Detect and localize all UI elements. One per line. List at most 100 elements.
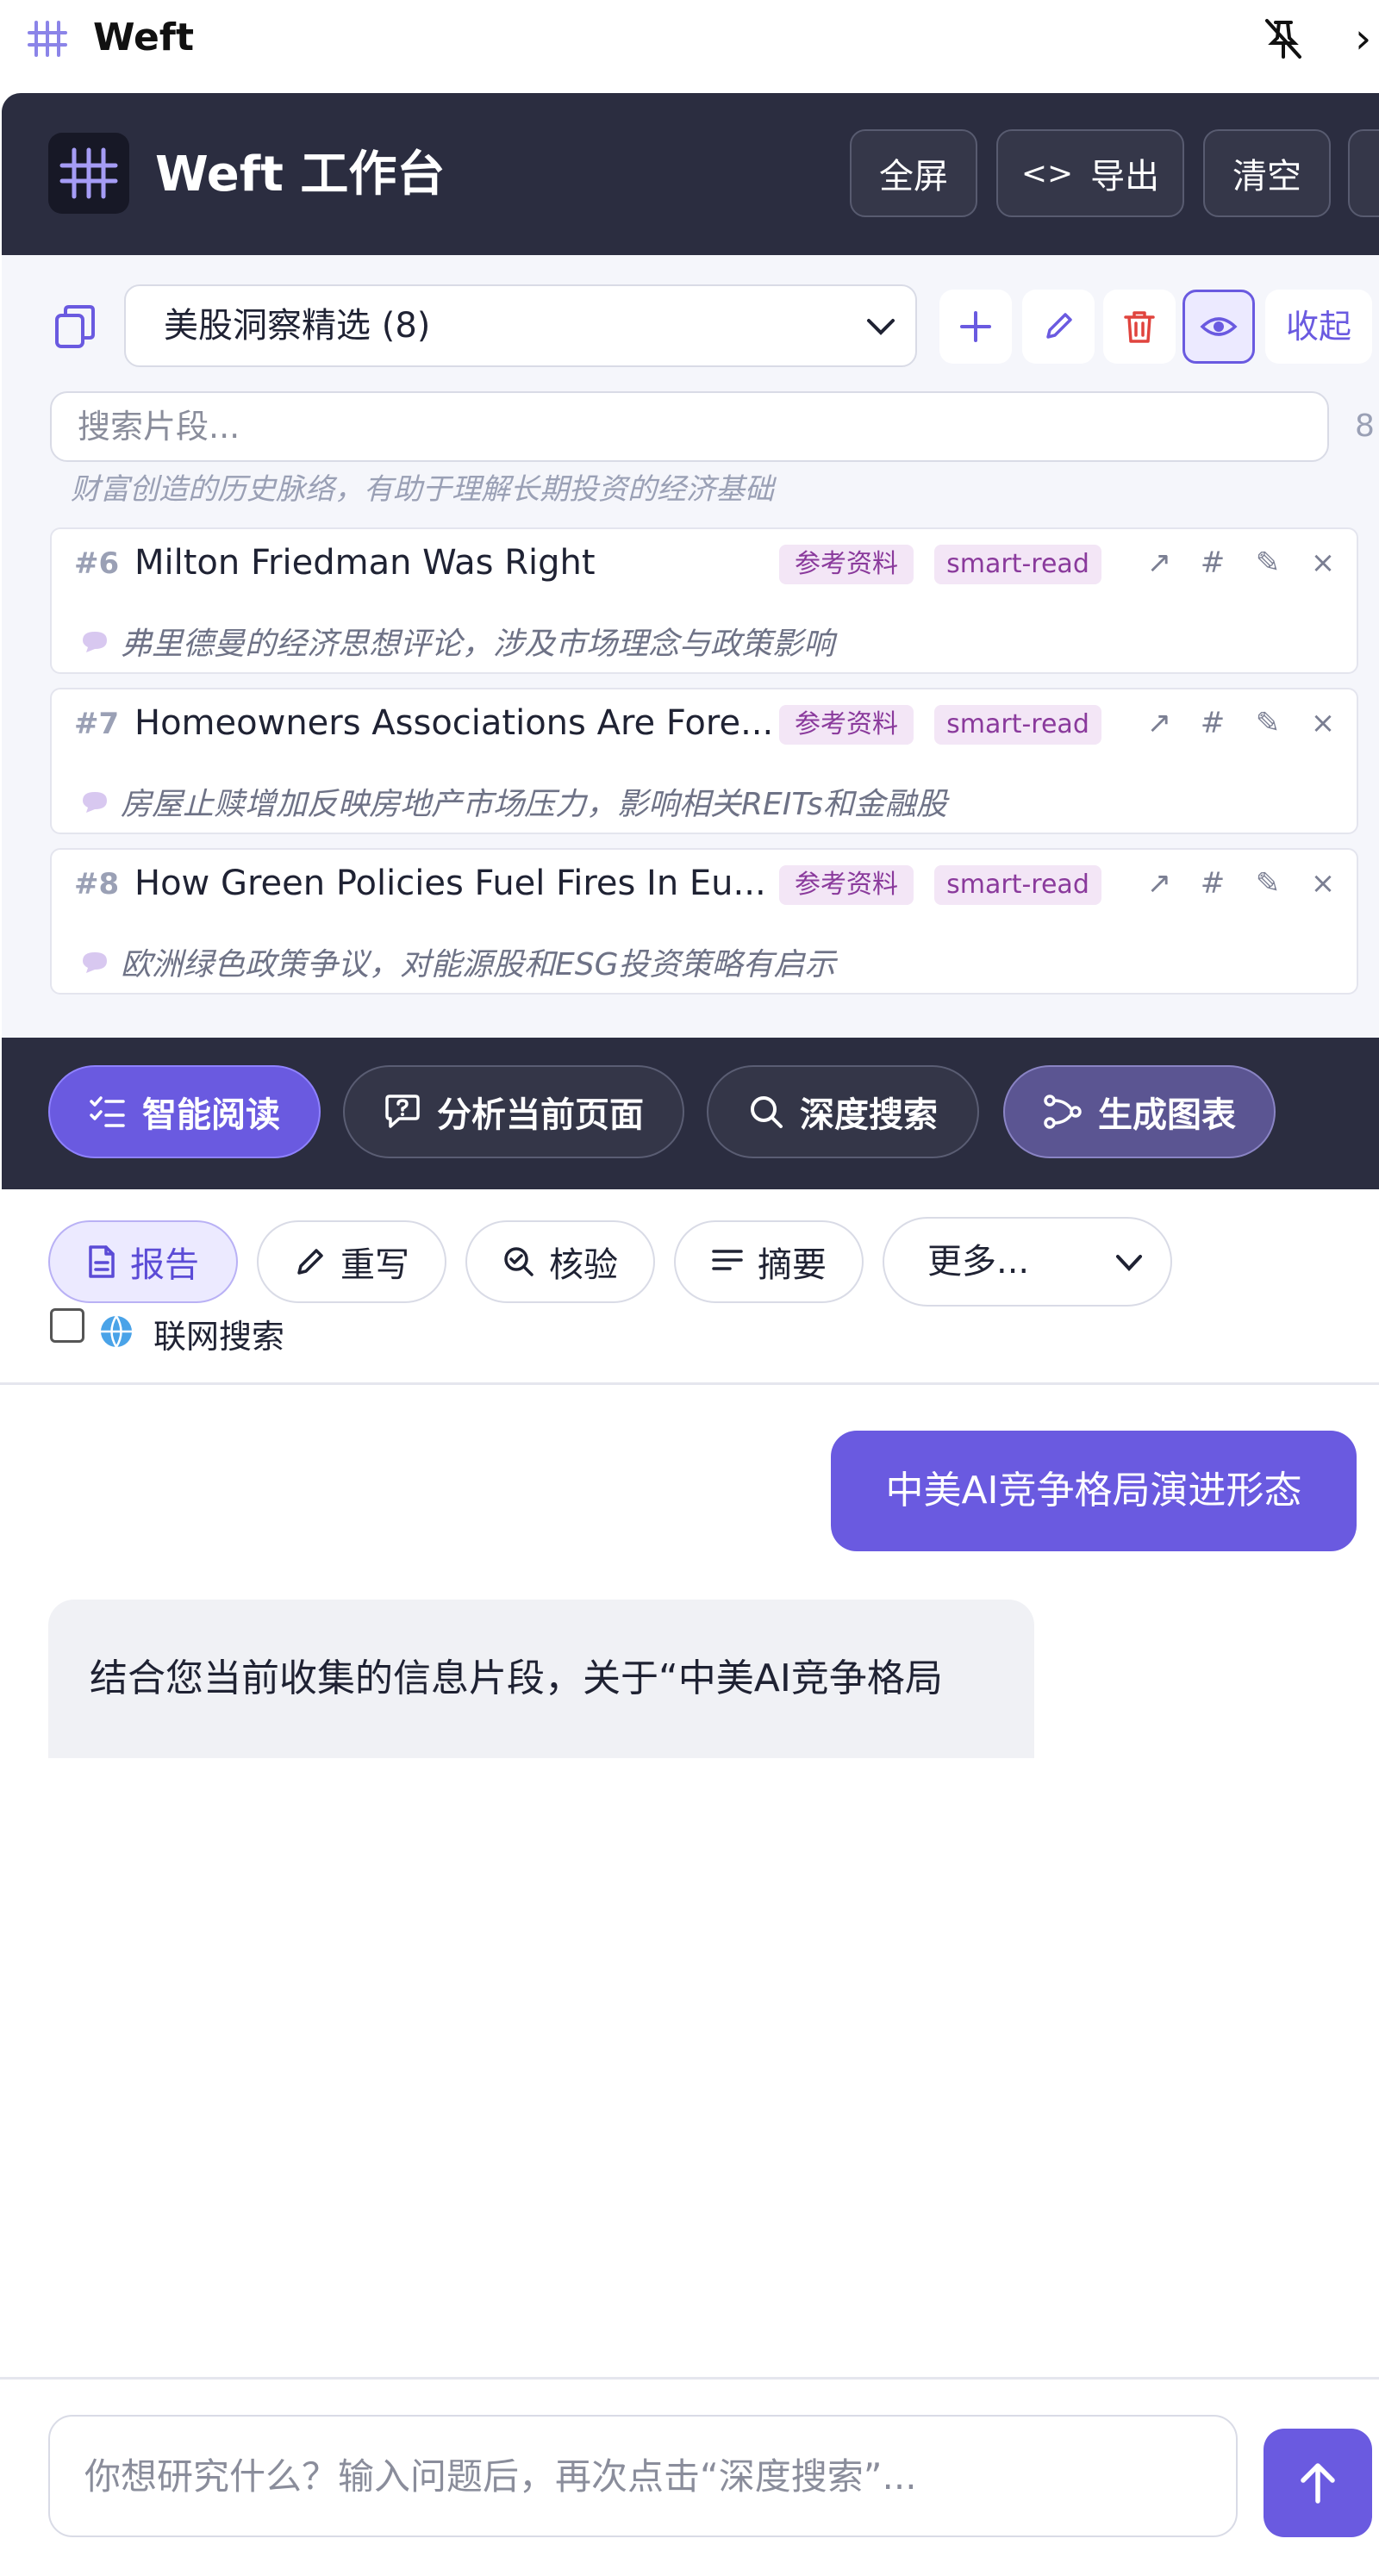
collection-panel: 美股洞察精选 (8) 收起 8 财富创造的历史脉络，有助于理解长期投资的经济基础 — [2, 255, 1379, 1038]
collection-select[interactable]: 美股洞察精选 (8) — [124, 284, 917, 367]
checklist-icon — [90, 1096, 125, 1127]
weft-logo-icon — [28, 21, 67, 57]
clipped-note: 财富创造的历史脉络，有助于理解长期投资的经济基础 — [71, 472, 774, 507]
analyze-page-button[interactable]: 分析当前页面 — [343, 1065, 684, 1158]
item-note: 房屋止赎增加反映房地产市场压力，影响相关REITs和金融股 — [79, 779, 947, 824]
assistant-message-bubble: 结合您当前收集的信息片段，关于“中美AI竞争格局 — [48, 1600, 1034, 1758]
deep-search-button[interactable]: 深度搜索 — [707, 1065, 979, 1158]
arrow-up-icon — [1301, 2463, 1335, 2504]
chevron-down-icon — [1116, 1255, 1142, 1271]
workspace-title: Weft 工作台 — [155, 147, 446, 203]
item-note-text: 房屋止赎增加反映房地产市场压力，影响相关REITs和金融股 — [121, 787, 947, 822]
chat-input[interactable] — [48, 2415, 1238, 2537]
copy-icon — [55, 305, 95, 348]
send-button[interactable] — [1264, 2429, 1372, 2537]
smart-read-button[interactable]: 智能阅读 — [48, 1065, 321, 1158]
item-title[interactable]: Homeowners Associations Are Fore... — [134, 703, 815, 743]
divider — [0, 2377, 1379, 2380]
edit-icon[interactable]: ✎ — [1246, 702, 1289, 745]
collapse-button[interactable]: 收起 — [1265, 290, 1372, 364]
mode-summary-button[interactable]: 摘要 — [674, 1220, 864, 1303]
delete-collection-button[interactable] — [1103, 290, 1176, 364]
unpin-icon[interactable] — [1260, 16, 1307, 62]
mode-verify-button[interactable]: 核验 — [465, 1220, 655, 1303]
web-search-checkbox[interactable] — [50, 1308, 84, 1343]
smart-read-label: 智能阅读 — [142, 1095, 280, 1135]
app-title: Weft — [93, 16, 194, 59]
export-button[interactable]: <> 导出 — [996, 129, 1184, 217]
item-title[interactable]: Milton Friedman Was Right — [134, 543, 815, 583]
open-link-icon[interactable]: ↗ — [1138, 541, 1181, 584]
tag-smart-read: smart-read — [934, 545, 1101, 584]
code-icon: <> — [1020, 155, 1074, 191]
list-item[interactable]: #8 How Green Policies Fuel Fires In Eu..… — [50, 848, 1358, 995]
add-collection-button[interactable] — [939, 290, 1012, 364]
workspace-header: Weft 工作台 全屏 <> 导出 清空 ☼ — [2, 93, 1379, 255]
hashtag-icon[interactable]: # — [1191, 862, 1234, 905]
hashtag-icon[interactable]: # — [1191, 702, 1234, 745]
item-note: 弗里德曼的经济思想评论，涉及市场理念与政策影响 — [79, 619, 834, 664]
item-note: 欧洲绿色政策争议，对能源股和ESG投资策略有启示 — [79, 939, 836, 984]
theme-toggle-button[interactable]: ☼ — [1348, 129, 1379, 217]
search-check-icon — [504, 1247, 534, 1276]
tag-smart-read: smart-read — [934, 865, 1101, 905]
document-icon — [89, 1245, 115, 1278]
mode-report-button[interactable]: 报告 — [48, 1220, 238, 1303]
more-modes-select[interactable]: 更多... — [883, 1217, 1172, 1307]
edit-icon[interactable]: ✎ — [1246, 862, 1289, 905]
message-question-icon — [385, 1095, 420, 1128]
flow-chart-icon — [1044, 1095, 1082, 1129]
mode-summary-label: 摘要 — [758, 1245, 827, 1285]
trash-icon — [1124, 311, 1155, 343]
clear-button[interactable]: 清空 — [1203, 129, 1331, 217]
open-link-icon[interactable]: ↗ — [1138, 702, 1181, 745]
edit-icon[interactable]: ✎ — [1246, 541, 1289, 584]
analyze-page-label: 分析当前页面 — [437, 1095, 644, 1135]
generate-chart-label: 生成图表 — [1098, 1095, 1236, 1135]
item-number: #7 — [74, 707, 120, 741]
open-link-icon[interactable]: ↗ — [1138, 862, 1181, 905]
globe-icon — [101, 1315, 132, 1350]
eye-icon — [1200, 317, 1238, 336]
list-item[interactable]: #6 Milton Friedman Was Right 参考资料 smart-… — [50, 527, 1358, 674]
edit-collection-button[interactable] — [1022, 290, 1095, 364]
remove-icon[interactable]: × — [1301, 702, 1345, 745]
mode-report-label: 报告 — [130, 1245, 199, 1285]
chevron-down-icon — [867, 319, 895, 335]
web-search-label[interactable]: 联网搜索 — [153, 1310, 284, 1357]
close-chevron-icon[interactable]: › — [1355, 16, 1379, 62]
weft-logo-icon — [59, 147, 118, 199]
pencil-icon — [297, 1249, 323, 1275]
snippet-search-input[interactable] — [50, 391, 1329, 462]
comment-icon — [83, 632, 107, 652]
remove-icon[interactable]: × — [1301, 541, 1345, 584]
text-lines-icon — [712, 1250, 743, 1270]
tag-smart-read: smart-read — [934, 705, 1101, 745]
item-note-text: 弗里德曼的经济思想评论，涉及市场理念与政策影响 — [121, 627, 835, 662]
item-title[interactable]: How Green Policies Fuel Fires In Eu... — [134, 864, 815, 903]
fullscreen-label: 全屏 — [879, 157, 948, 196]
collection-select-value: 美股洞察精选 (8) — [164, 306, 431, 346]
item-number: #6 — [74, 546, 120, 581]
item-number: #8 — [74, 867, 120, 901]
comment-icon — [83, 952, 107, 973]
mode-rewrite-button[interactable]: 重写 — [257, 1220, 446, 1303]
hashtag-icon[interactable]: # — [1191, 541, 1234, 584]
user-message-bubble: 中美AI竞争格局演进形态 — [831, 1431, 1357, 1551]
divider — [0, 1382, 1379, 1385]
list-item[interactable]: #7 Homeowners Associations Are Fore... 参… — [50, 688, 1358, 834]
search-icon — [751, 1096, 783, 1128]
generate-chart-button[interactable]: 生成图表 — [1003, 1065, 1276, 1158]
tag-reference: 参考资料 — [779, 705, 914, 745]
item-note-text: 欧洲绿色政策争议，对能源股和ESG投资策略有启示 — [121, 947, 836, 982]
mode-rewrite-label: 重写 — [340, 1245, 409, 1285]
tag-reference: 参考资料 — [779, 865, 914, 905]
clear-label: 清空 — [1232, 157, 1301, 196]
preview-toggle-button[interactable] — [1182, 290, 1255, 364]
export-label: 导出 — [1090, 157, 1160, 196]
remove-icon[interactable]: × — [1301, 862, 1345, 905]
fullscreen-button[interactable]: 全屏 — [850, 129, 977, 217]
title-bar: Weft › — [0, 0, 1379, 93]
snippet-count: 8 — [1355, 409, 1375, 444]
mode-verify-label: 核验 — [549, 1245, 618, 1285]
